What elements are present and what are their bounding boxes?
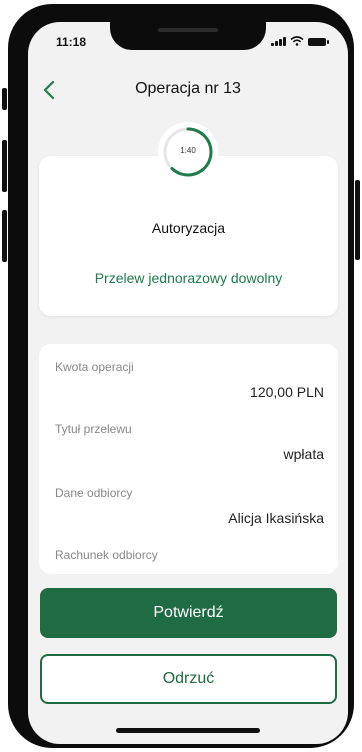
mute-switch: [2, 88, 7, 110]
phone-frame: 11:18 Operacja nr 13 Autoryzacja Przelew: [8, 4, 354, 748]
countdown-timer: 1:40: [158, 122, 218, 182]
confirm-button[interactable]: Potwierdź: [40, 588, 337, 638]
detail-value-title: wpłata: [283, 446, 324, 462]
detail-label-account: Rachunek odbiorcy: [55, 548, 158, 562]
detail-value-amount: 120,00 PLN: [250, 384, 324, 400]
detail-value-recipient: Alicja Ikasińska: [228, 510, 324, 526]
app-screen: 11:18 Operacja nr 13 Autoryzacja Przelew: [28, 22, 348, 744]
detail-label-recipient: Dane odbiorcy: [55, 486, 133, 500]
reject-button[interactable]: Odrzuć: [40, 654, 337, 704]
home-indicator[interactable]: [116, 728, 260, 733]
detail-label-title: Tytuł przelewu: [55, 422, 132, 436]
volume-up-button: [2, 140, 7, 192]
page-title: Operacja nr 13: [135, 80, 241, 97]
power-button: [355, 180, 360, 260]
authorization-title: Autoryzacja: [151, 220, 226, 236]
operation-details-card: Kwota operacji 120,00 PLN Tytuł przelewu…: [39, 344, 338, 574]
volume-down-button: [2, 210, 7, 262]
wifi-icon: [290, 36, 304, 46]
notch: [110, 22, 266, 50]
header: Operacja nr 13: [28, 74, 348, 110]
battery-icon: [308, 38, 329, 46]
detail-label-amount: Kwota operacji: [55, 360, 134, 374]
timer-value: 1:40: [180, 146, 196, 155]
status-icons: [271, 36, 329, 46]
status-time: 11:18: [56, 35, 87, 49]
signal-icon: [271, 36, 286, 46]
operation-type: Przelew jednorazowy dowolny: [94, 270, 283, 286]
